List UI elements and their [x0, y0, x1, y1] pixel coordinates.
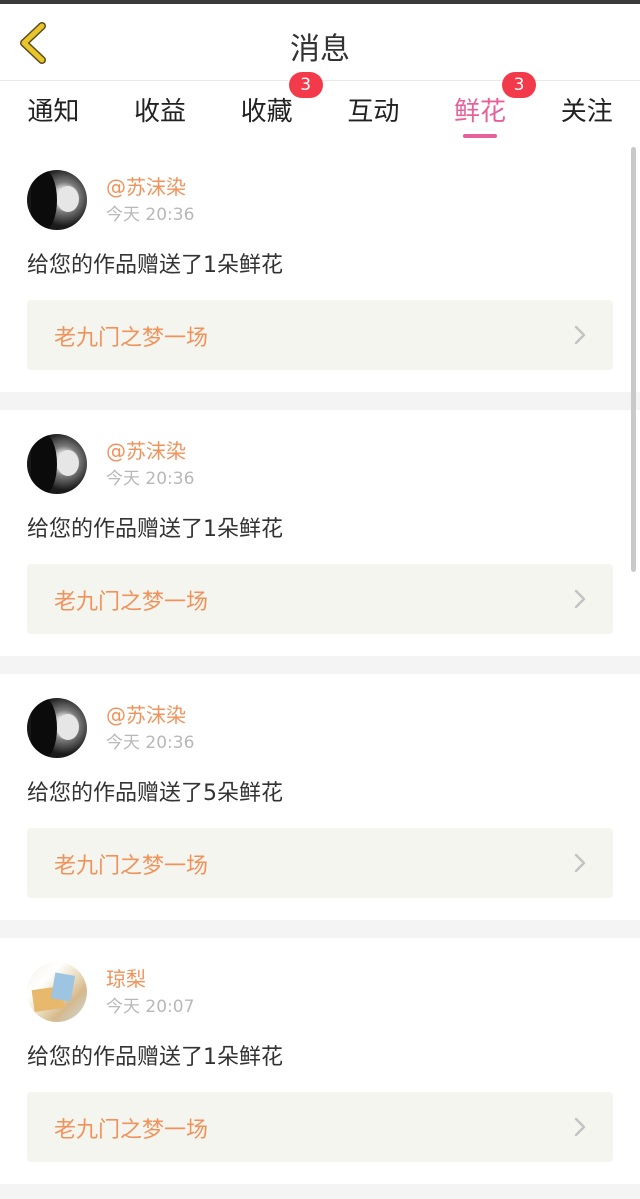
- message-list: @苏沫染 今天 20:36 给您的作品赠送了1朵鲜花 老九门之梦一场 @苏沫染 …: [0, 146, 640, 1184]
- tab-label-text: 互动: [347, 97, 400, 127]
- scrollbar[interactable]: [631, 147, 636, 572]
- unread-badge: 3: [502, 72, 537, 98]
- tab-label-text: 收益: [134, 97, 187, 127]
- list-item: @苏沫染 今天 20:36 给您的作品赠送了1朵鲜花 老九门之梦一场: [0, 146, 640, 392]
- list-item: @苏沫染 今天 20:36 给您的作品赠送了5朵鲜花 老九门之梦一场: [0, 674, 640, 920]
- username-link[interactable]: @苏沫染: [106, 171, 186, 200]
- work-link-card[interactable]: 老九门之梦一场: [27, 828, 613, 898]
- tab-bar: 通知 收益 收藏 3 互动 鲜花 3 关注: [0, 72, 640, 146]
- tab-label: 关注: [561, 91, 613, 128]
- tab-label: 互动: [347, 91, 399, 128]
- chevron-right-icon: [574, 589, 586, 609]
- tab-earnings[interactable]: 收益: [107, 81, 214, 146]
- work-title: 老九门之梦一场: [54, 326, 209, 351]
- list-item: 琼梨 今天 20:07 给您的作品赠送了1朵鲜花 老九门之梦一场: [0, 938, 640, 1184]
- tab-favorites[interactable]: 收藏 3: [213, 72, 323, 146]
- timestamp: 今天 20:36: [106, 733, 195, 753]
- avatar[interactable]: [27, 434, 87, 494]
- timestamp: 今天 20:36: [106, 469, 195, 489]
- work-title: 老九门之梦一场: [54, 1118, 209, 1143]
- avatar-face: [57, 450, 79, 476]
- tab-label: 收益: [134, 91, 186, 128]
- tab-follows[interactable]: 关注: [533, 81, 640, 146]
- username-link[interactable]: @苏沫染: [106, 699, 186, 728]
- work-link-card[interactable]: 老九门之梦一场: [27, 564, 613, 634]
- tab-label-text: 关注: [560, 97, 613, 127]
- avatar-photo-detail: [50, 972, 76, 1002]
- chevron-right-icon: [574, 325, 586, 345]
- tab-notifications[interactable]: 通知: [0, 81, 107, 146]
- message-text: 给您的作品赠送了1朵鲜花: [27, 253, 283, 278]
- tab-flowers[interactable]: 鲜花 3: [427, 72, 537, 146]
- avatar-hair: [31, 434, 57, 494]
- message-text: 给您的作品赠送了1朵鲜花: [27, 1045, 283, 1070]
- chevron-right-icon: [574, 1117, 586, 1137]
- tab-label: 收藏 3: [240, 72, 323, 128]
- chevron-right-icon: [574, 853, 586, 873]
- avatar[interactable]: [27, 698, 87, 758]
- tab-label: 鲜花 3: [454, 72, 537, 128]
- message-text: 给您的作品赠送了1朵鲜花: [27, 517, 283, 542]
- work-link-card[interactable]: 老九门之梦一场: [27, 1092, 613, 1162]
- list-item: @苏沫染 今天 20:36 给您的作品赠送了1朵鲜花 老九门之梦一场: [0, 410, 640, 656]
- page-title: 消息: [290, 32, 350, 67]
- timestamp: 今天 20:07: [106, 997, 195, 1017]
- username-link[interactable]: 琼梨: [106, 963, 146, 992]
- message-text: 给您的作品赠送了5朵鲜花: [27, 781, 283, 806]
- avatar-hair: [31, 698, 57, 758]
- tab-label-text: 收藏: [240, 97, 293, 127]
- tab-label-text: 鲜花: [454, 97, 507, 127]
- work-link-card[interactable]: 老九门之梦一场: [27, 300, 613, 370]
- header: 消息: [0, 4, 640, 81]
- avatar[interactable]: [27, 962, 87, 1022]
- timestamp: 今天 20:36: [106, 205, 195, 225]
- work-title: 老九门之梦一场: [54, 590, 209, 615]
- avatar-face: [57, 186, 79, 212]
- tab-label: 通知: [27, 91, 79, 128]
- tab-label-text: 通知: [27, 97, 80, 127]
- username-link[interactable]: @苏沫染: [106, 435, 186, 464]
- avatar-face: [57, 714, 79, 740]
- unread-badge: 3: [288, 72, 323, 98]
- active-tab-indicator: [463, 134, 498, 138]
- app-screen: 消息 通知 收益 收藏 3 互动 鲜花 3 关注 @苏沫染 今天 20:36 给…: [0, 0, 640, 1199]
- avatar[interactable]: [27, 170, 87, 230]
- tab-interactions[interactable]: 互动: [320, 81, 427, 146]
- work-title: 老九门之梦一场: [54, 854, 209, 879]
- avatar-hair: [31, 170, 57, 230]
